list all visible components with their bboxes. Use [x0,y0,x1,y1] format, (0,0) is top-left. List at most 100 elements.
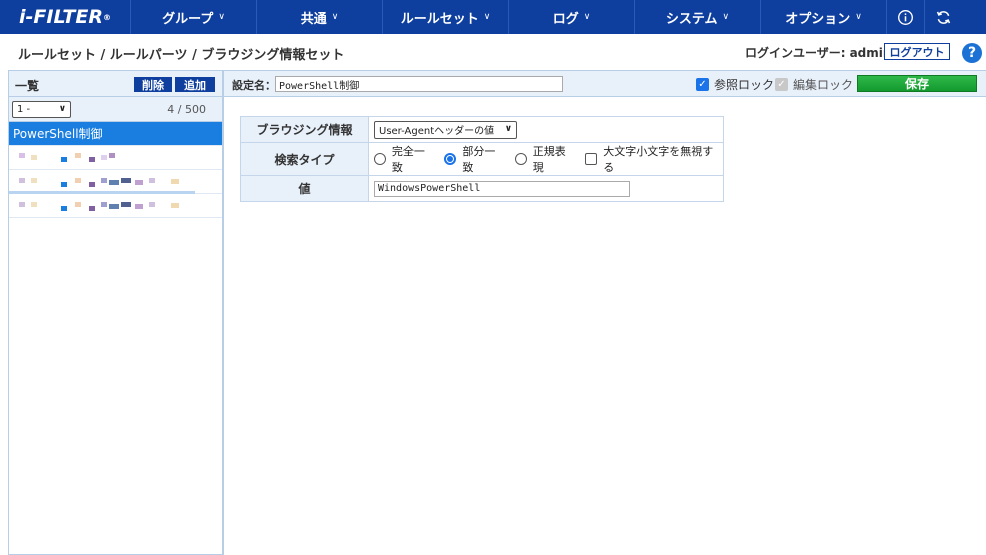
obscured-pixel [121,202,131,207]
obscured-pixel [61,157,67,162]
obscured-pixel [19,178,25,183]
search-type-options: 完全一致 部分一致 正規表現 大文字小文字を無視する [374,143,723,175]
obscured-pixel [89,206,95,211]
login-info: ログインユーザー: admin [745,44,891,61]
i-filter-logo[interactable]: i-FILTER ® [0,0,130,34]
nav-system-label: システム [665,11,718,27]
browse-select-value: User-Agentヘッダーの値 [379,126,495,137]
info-icon [898,9,913,25]
search-type-cell: 完全一致 部分一致 正規表現 大文字小文字を無視する [368,142,724,176]
top-nav: i-FILTER ® グループ ∨ 共通 ∨ ルールセット ∨ ログ ∨ システム ∨ オプ… [0,0,986,34]
obscured-pixel [89,157,95,162]
help-icon[interactable]: ? [962,43,982,63]
browse-cell: User-Agentヘッダーの値 ∨ [368,116,724,143]
chevron-down-icon: ∨ [483,12,491,22]
detail-header: 設定名： PowerShell制御 ✓ 参照ロック ✓ 編集ロック 保存 [224,71,986,97]
obscured-pixel [121,178,131,183]
setting-name-label: 設定名： [232,79,276,92]
form-row-search-type: 検索タイプ 完全一致 部分一致 正規表現 大文字小文字を無視する [240,142,724,176]
obscured-pixel [135,204,143,209]
breadcrumb: ルールセット / ルールパーツ / ブラウジング情報セット [18,48,345,63]
chevron-down-icon: ∨ [331,12,339,22]
obscured-pixel [101,178,107,183]
info-button[interactable] [886,0,924,34]
nav-ruleset[interactable]: ルールセット ∨ [382,0,508,34]
obscured-pixel [31,155,37,160]
obscured-pixel [109,204,119,209]
value-input[interactable]: WindowsPowerShell [374,180,630,197]
chevron-down-icon: ∨ [583,12,591,22]
obscured-pixel [149,202,155,207]
obscured-pixel [89,182,95,187]
obscured-pixel [19,202,25,207]
obscured-pixel [61,182,67,187]
chevron-down-icon: ∨ [504,123,512,134]
save-button[interactable]: 保存 [857,75,977,92]
range-select[interactable]: 1 - ∨ [12,101,71,118]
setting-name-input[interactable]: PowerShell制御 [275,76,563,92]
refresh-button[interactable] [924,0,962,34]
radio-regex[interactable] [514,153,527,165]
radio-partial[interactable] [444,153,457,165]
obscured-pixel [101,155,107,160]
nav-log-label: ログ [552,11,579,27]
ignore-case-label: 大文字小文字を無視する [603,145,714,174]
obscured-pixel [61,206,67,211]
list-item-label: PowerShell制御 [13,127,103,141]
list-item-obscured-1[interactable] [9,146,222,170]
obscured-pixel [171,203,179,208]
registered-mark: ® [102,12,111,22]
radio-exact-label: 完全一致 [391,145,425,174]
list-title: 一覧 [15,79,40,93]
radio-exact[interactable] [374,153,386,165]
nav-common-label: 共通 [300,11,327,27]
obscured-pixel [75,153,81,158]
list-pager: 1 - ∨ 4 / 500 [9,97,222,122]
radio-partial-label: 部分一致 [462,145,496,174]
nav-option-label: オプション [785,11,851,27]
nav-option[interactable]: オプション ∨ [760,0,886,34]
delete-button[interactable]: 削除 [134,77,172,92]
nav-ruleset-label: ルールセット [400,11,479,27]
logo-text: i-FILTER [19,6,103,28]
detail-panel: 設定名： PowerShell制御 ✓ 参照ロック ✓ 編集ロック 保存 ブラウ… [223,70,986,555]
obscured-pixel [31,178,37,183]
list-item-obscured-3[interactable] [9,194,222,218]
value-label: 値 [240,175,369,202]
nav-group[interactable]: グループ ∨ [130,0,256,34]
form-row-value: 値 WindowsPowerShell [240,175,724,202]
ref-lock-label: 参照ロック [714,78,775,92]
ref-lock-checkbox[interactable]: ✓ 参照ロック [696,76,774,93]
obscured-pixel [75,178,81,183]
settings-form: ブラウジング情報 User-Agentヘッダーの値 ∨ 検索タイプ 完全一致 部… [240,116,724,202]
add-button[interactable]: 追加 [175,77,215,92]
item-count: 4 / 500 [167,103,206,116]
list-item-powershell[interactable]: PowerShell制御 [9,122,222,146]
obscured-pixel [19,153,25,158]
list-header: 一覧 削除 追加 [9,71,222,97]
obscured-pixel [31,202,37,207]
browse-label: ブラウジング情報 [240,116,369,143]
nav-system[interactable]: システム ∨ [634,0,760,34]
nav-log[interactable]: ログ ∨ [508,0,634,34]
chevron-down-icon: ∨ [218,12,225,22]
value-cell: WindowsPowerShell [368,175,724,202]
range-select-value: 1 - [17,104,31,115]
chevron-down-icon: ∨ [722,12,730,22]
radio-regex-label: 正規表現 [532,145,566,174]
ignore-case-checkbox[interactable] [585,153,598,165]
browse-select[interactable]: User-Agentヘッダーの値 ∨ [374,120,517,139]
logout-button[interactable]: ログアウト [884,43,950,60]
form-row-browse: ブラウジング情報 User-Agentヘッダーの値 ∨ [240,116,724,143]
obscured-pixel [75,202,81,207]
edit-lock-label: 編集ロック [793,78,854,92]
checkbox-disabled-icon: ✓ [775,78,788,91]
obscured-pixel [109,180,119,185]
list-item-obscured-2[interactable] [9,170,222,194]
nav-common[interactable]: 共通 ∨ [256,0,382,34]
obscured-pixel [171,179,179,184]
search-type-label: 検索タイプ [240,142,369,176]
login-label: ログインユーザー: [745,46,846,60]
breadcrumb-row: ルールセット / ルールパーツ / ブラウジング情報セット ログインユーザー: … [0,34,986,70]
chevron-down-icon: ∨ [855,12,862,22]
